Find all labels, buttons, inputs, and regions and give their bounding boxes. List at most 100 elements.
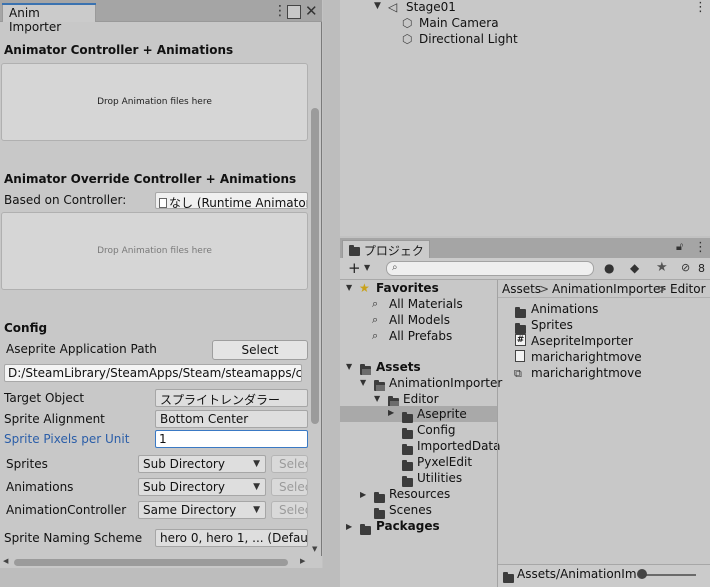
icon-size-slider-track[interactable] xyxy=(641,574,696,576)
collapse-arrow-icon[interactable]: ▶ xyxy=(346,522,352,531)
kebab-menu-icon[interactable]: ⋮ xyxy=(273,3,287,19)
tree-utilities[interactable]: Utilities xyxy=(417,471,462,485)
collapse-arrow-icon[interactable]: ▶ xyxy=(360,490,366,499)
search-icon: ⌕ xyxy=(392,262,398,273)
favorite-all-models[interactable]: All Models xyxy=(389,313,450,327)
aseprite-path-field[interactable]: D:/SteamLibrary/SteamApps/Steam/steamapp… xyxy=(4,364,302,382)
collapse-arrow-icon[interactable]: ▶ xyxy=(388,408,394,417)
tree-animation-importer[interactable]: AnimationImporter xyxy=(389,376,502,390)
filter-by-label-icon[interactable]: ◆ xyxy=(630,261,639,275)
tree-resources[interactable]: Resources xyxy=(389,487,450,501)
sprites-select-button[interactable]: Selec xyxy=(271,455,308,473)
select-path-button[interactable]: Select xyxy=(212,340,308,360)
file-item-animation-clip[interactable]: maricharightmove xyxy=(531,350,642,364)
lock-icon[interactable]: 🔓︎ xyxy=(676,240,683,254)
filter-by-type-icon[interactable]: ● xyxy=(604,261,614,275)
tree-scenes[interactable]: Scenes xyxy=(389,503,432,517)
chevron-down-icon[interactable]: ▼ xyxy=(364,263,370,272)
folder-icon xyxy=(503,571,514,585)
favorites-label[interactable]: Favorites xyxy=(376,281,439,295)
favorite-all-prefabs[interactable]: All Prefabs xyxy=(389,329,452,343)
anim-controller-select-button[interactable]: Selec xyxy=(271,501,308,519)
csharp-script-icon: # xyxy=(515,334,526,346)
breadcrumb-separator-icon: > xyxy=(657,282,668,296)
naming-scheme-dropdown[interactable]: hero 0, hero 1, ... (Default) xyxy=(155,529,308,547)
animations-location-dropdown[interactable]: Sub Directory ▼ xyxy=(138,478,266,496)
project-pane-divider[interactable] xyxy=(497,280,498,587)
folder-icon xyxy=(402,459,413,473)
folder-icon xyxy=(402,427,413,441)
hierarchy-item-directional-light[interactable]: Directional Light xyxy=(419,32,518,46)
unity-scene-icon: ◁ xyxy=(388,0,398,14)
folder-icon xyxy=(349,245,360,256)
tree-config[interactable]: Config xyxy=(417,423,456,437)
hidden-packages-count: 8 xyxy=(698,262,705,275)
hierarchy-item-main-camera[interactable]: Main Camera xyxy=(419,16,499,30)
hidden-packages-icon[interactable]: ⊘ xyxy=(681,261,690,274)
tree-pyxel-edit[interactable]: PyxelEdit xyxy=(417,455,472,469)
based-on-controller-label: Based on Controller: xyxy=(4,193,127,207)
animations-label: Animations xyxy=(6,480,74,494)
scroll-left-arrow-icon[interactable]: ◀ xyxy=(3,557,8,565)
animations-select-button[interactable]: Selec xyxy=(271,478,308,496)
search-icon: ⌕ xyxy=(372,313,379,326)
scene-menu-icon[interactable]: ⋮ xyxy=(694,0,707,15)
folder-open-icon xyxy=(360,363,371,377)
tree-aseprite[interactable]: Aseprite xyxy=(417,407,467,421)
section-animator-controller-header: Animator Controller + Animations xyxy=(4,43,234,57)
maximize-icon[interactable] xyxy=(287,5,301,19)
favorites-expand-arrow-icon[interactable]: ▼ xyxy=(346,283,352,292)
file-item-animator-controller[interactable]: maricharightmove xyxy=(531,366,642,380)
pixels-per-unit-field[interactable]: 1 xyxy=(155,430,308,448)
file-item-animations[interactable]: Animations xyxy=(531,302,598,316)
folder-icon xyxy=(402,443,413,457)
horizontal-scroll-thumb[interactable] xyxy=(14,559,288,566)
favorite-star-icon[interactable]: ★ xyxy=(656,260,668,275)
folder-icon xyxy=(402,411,413,425)
based-on-controller-field[interactable]: なし (Runtime Animator C xyxy=(155,192,308,209)
project-search-input[interactable] xyxy=(386,261,594,276)
expand-arrow-icon[interactable]: ▼ xyxy=(374,394,380,403)
icon-size-slider-handle[interactable] xyxy=(637,569,647,579)
scene-name[interactable]: Stage01 xyxy=(406,0,456,14)
anim-controller-location-dropdown[interactable]: Same Directory ▼ xyxy=(138,501,266,519)
tab-project[interactable]: プロジェクト xyxy=(342,240,430,275)
favorite-all-materials[interactable]: All Materials xyxy=(389,297,463,311)
file-item-aseprite-importer[interactable]: AsepriteImporter xyxy=(531,334,633,348)
naming-scheme-label: Sprite Naming Scheme xyxy=(4,531,143,545)
breadcrumb-editor[interactable]: Editor xyxy=(670,282,706,296)
gameobject-cube-icon: ⬡ xyxy=(402,32,413,46)
breadcrumb-separator-icon: > xyxy=(539,282,550,296)
tree-imported-data[interactable]: ImportedData xyxy=(417,439,500,453)
chevron-down-icon: ▼ xyxy=(253,482,260,492)
hierarchy-panel xyxy=(340,0,710,236)
expand-arrow-icon[interactable]: ▼ xyxy=(360,378,366,387)
scroll-down-arrow-icon[interactable]: ▼ xyxy=(312,545,317,553)
search-icon: ⌕ xyxy=(372,297,379,310)
create-plus-icon[interactable]: + xyxy=(348,259,361,277)
target-object-dropdown[interactable]: スプライトレンダラー xyxy=(155,389,308,407)
breadcrumb-assets[interactable]: Assets xyxy=(502,282,541,296)
override-animation-dropzone[interactable]: Drop Animation files here xyxy=(1,212,308,290)
sprite-alignment-dropdown[interactable]: Bottom Center xyxy=(155,410,308,428)
sprite-alignment-label: Sprite Alignment xyxy=(4,412,105,426)
config-header: Config xyxy=(4,321,48,335)
close-icon[interactable]: ✕ xyxy=(305,3,318,19)
pixels-per-unit-label: Sprite Pixels per Unit xyxy=(4,432,130,446)
kebab-menu-icon[interactable]: ⋮ xyxy=(694,240,707,255)
sprites-location-dropdown[interactable]: Sub Directory ▼ xyxy=(138,455,266,473)
vertical-scroll-thumb[interactable] xyxy=(311,108,319,424)
animator-controller-icon: ⧉ xyxy=(514,367,522,380)
search-icon: ⌕ xyxy=(372,329,379,342)
scroll-right-arrow-icon[interactable]: ▶ xyxy=(300,557,305,565)
tree-packages[interactable]: Packages xyxy=(376,519,440,533)
tree-assets[interactable]: Assets xyxy=(376,360,421,374)
assets-expand-arrow-icon[interactable]: ▼ xyxy=(346,362,352,371)
tree-editor[interactable]: Editor xyxy=(403,392,439,406)
animation-dropzone[interactable]: Drop Animation files here xyxy=(1,63,308,141)
tab-anim-importer[interactable]: Anim Importer xyxy=(2,3,96,34)
scene-expand-arrow-icon[interactable]: ▼ xyxy=(374,1,381,11)
animation-clip-icon xyxy=(515,350,525,362)
breadcrumb-animation-importer[interactable]: AnimationImporter xyxy=(552,282,665,296)
file-item-sprites[interactable]: Sprites xyxy=(531,318,573,332)
